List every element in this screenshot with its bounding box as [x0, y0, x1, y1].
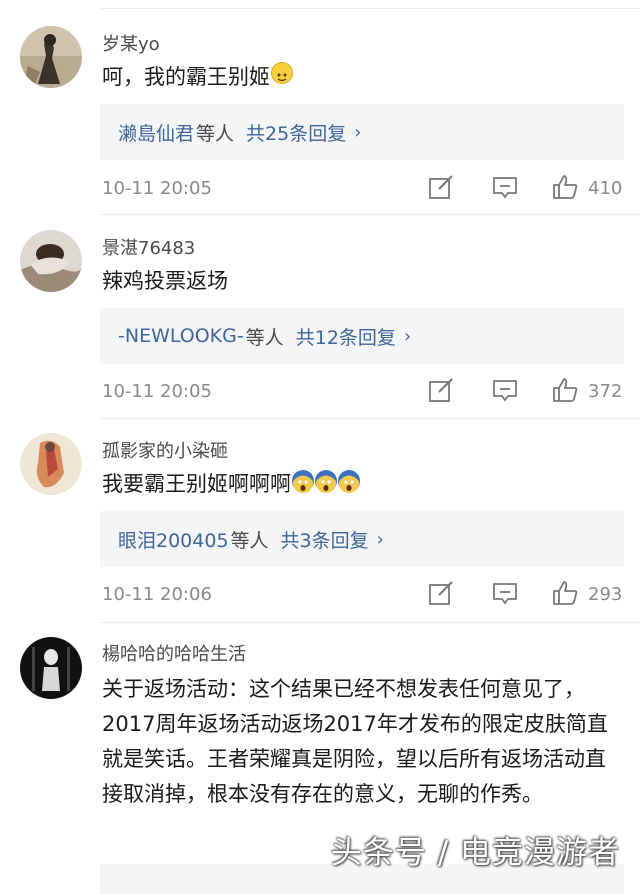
- comment-icon[interactable]: [492, 580, 518, 606]
- avatar[interactable]: [20, 433, 82, 495]
- comment-divider: [100, 418, 640, 419]
- like-count: 410: [588, 178, 623, 199]
- reply-names[interactable]: 濑島仙君: [118, 119, 194, 146]
- scream-emoji: [315, 470, 337, 493]
- smile-emoji: [271, 62, 293, 84]
- reply-names[interactable]: 眼泪200405: [118, 526, 229, 553]
- top-divider: [100, 8, 640, 9]
- like-icon[interactable]: [552, 174, 578, 200]
- comment-icon[interactable]: [492, 377, 518, 403]
- timestamp: 10-11 20:05: [102, 381, 212, 402]
- reply-count-link[interactable]: 共3条回复: [281, 526, 369, 553]
- comment-meta: 10-11 20:06 293: [102, 580, 624, 610]
- chevron-right-icon: ›: [376, 528, 384, 550]
- username[interactable]: 景湛76483: [102, 234, 195, 260]
- comment-text: 呵，我的霸王别姬: [102, 60, 624, 95]
- edit-icon[interactable]: [428, 174, 454, 200]
- comment-text: 关于返场活动：这个结果已经不想发表任何意见了，2017周年返场活动返场2017年…: [102, 677, 608, 806]
- like-icon[interactable]: [552, 580, 578, 606]
- timestamp: 10-11 20:06: [102, 584, 212, 605]
- comment-text-body: 辣鸡投票返场: [102, 269, 228, 293]
- chevron-right-icon: ›: [354, 121, 362, 143]
- reply-summary[interactable]: 濑島仙君 等人 共25条回复 ›: [100, 104, 624, 160]
- comment-text: 我要霸王别姬啊啊啊: [102, 467, 624, 502]
- reply-suffix: 等人: [230, 529, 269, 552]
- edit-icon[interactable]: [428, 377, 454, 403]
- like-count: 372: [588, 381, 623, 402]
- reply-suffix: 等人: [245, 326, 284, 349]
- comment-meta: 10-11 20:05 410: [102, 174, 624, 204]
- comment-divider: [100, 622, 640, 623]
- reply-summary[interactable]: -NEWLOOKG- 等人 共12条回复 ›: [100, 308, 624, 364]
- avatar[interactable]: [20, 26, 82, 88]
- comment-text-body: 呵，我的霸王别姬: [102, 65, 270, 89]
- reply-count-link[interactable]: 共12条回复: [296, 323, 396, 350]
- timestamp: 10-11 20:05: [102, 178, 212, 199]
- comment-text-body: 我要霸王别姬啊啊啊: [102, 472, 291, 496]
- chevron-right-icon: ›: [403, 325, 412, 347]
- comment-icon[interactable]: [492, 174, 518, 200]
- like-icon[interactable]: [552, 377, 578, 403]
- watermark: 头条号 / 电竞漫游者: [330, 835, 620, 871]
- username[interactable]: 孤影家的小染砸: [102, 437, 228, 463]
- like-count: 293: [588, 584, 623, 605]
- avatar[interactable]: [20, 230, 82, 292]
- scream-emoji: [292, 470, 314, 493]
- comment-text: 辣鸡投票返场: [102, 264, 624, 299]
- reply-count-link[interactable]: 共25条回复: [246, 119, 346, 146]
- avatar[interactable]: [20, 637, 82, 699]
- reply-names[interactable]: -NEWLOOKG-: [118, 325, 244, 347]
- comment-divider: [100, 214, 640, 215]
- username[interactable]: 楊哈哈的哈哈生活: [102, 640, 246, 666]
- reply-suffix: 等人: [196, 122, 235, 145]
- edit-icon[interactable]: [428, 580, 454, 606]
- scream-emoji: [338, 470, 360, 493]
- username[interactable]: 岁某yo: [102, 30, 160, 56]
- reply-summary[interactable]: 眼泪200405 等人 共3条回复 ›: [100, 511, 624, 567]
- comment-meta: 10-11 20:05 372: [102, 377, 624, 407]
